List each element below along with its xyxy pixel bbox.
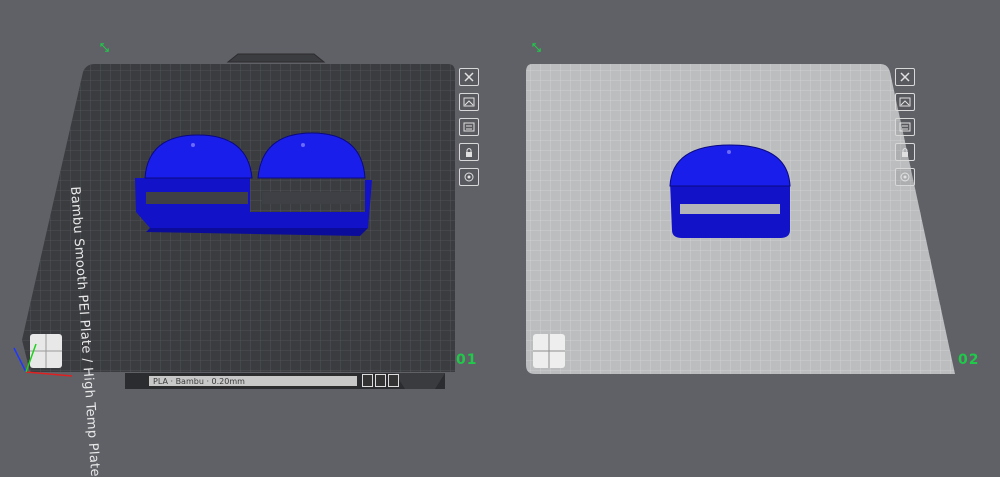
- auto-orient-icon[interactable]: [895, 93, 915, 111]
- plate-1-index: 01: [456, 352, 478, 368]
- trash-icon: [388, 374, 399, 387]
- settings-icon[interactable]: [895, 168, 915, 186]
- plate-1-status-text: PLA · Bambu · 0.20mm: [153, 376, 245, 386]
- plate-1-status-strip: PLA · Bambu · 0.20mm: [148, 375, 358, 387]
- close-icon[interactable]: [459, 68, 479, 86]
- plate-2-move-icon[interactable]: ⤡: [532, 42, 541, 55]
- filament-icon: [362, 374, 373, 387]
- lock-icon[interactable]: [459, 143, 479, 161]
- plate-1-move-icon[interactable]: ⤡: [100, 42, 109, 55]
- plate-1-corner-logo: [30, 334, 62, 368]
- model-single-holder[interactable]: [669, 144, 791, 238]
- plate-1-status-icons: [362, 374, 399, 387]
- close-icon[interactable]: [895, 68, 915, 86]
- plate-2-corner-logo: [533, 334, 565, 368]
- scene-canvas[interactable]: [0, 0, 1000, 412]
- 3d-viewport[interactable]: ⤡ ⤡ Bambu Smooth PEI Plate / High Temp P…: [0, 0, 1000, 477]
- plate-1-toolbar: [459, 68, 481, 193]
- plate-2-index: 02: [958, 352, 980, 368]
- arrange-icon[interactable]: [895, 118, 915, 136]
- settings-icon[interactable]: [459, 168, 479, 186]
- plate-2-toolbar: [895, 68, 917, 193]
- arrange-icon[interactable]: [459, 118, 479, 136]
- auto-orient-icon[interactable]: [459, 93, 479, 111]
- plate-icon: [375, 374, 386, 387]
- lock-icon[interactable]: [895, 143, 915, 161]
